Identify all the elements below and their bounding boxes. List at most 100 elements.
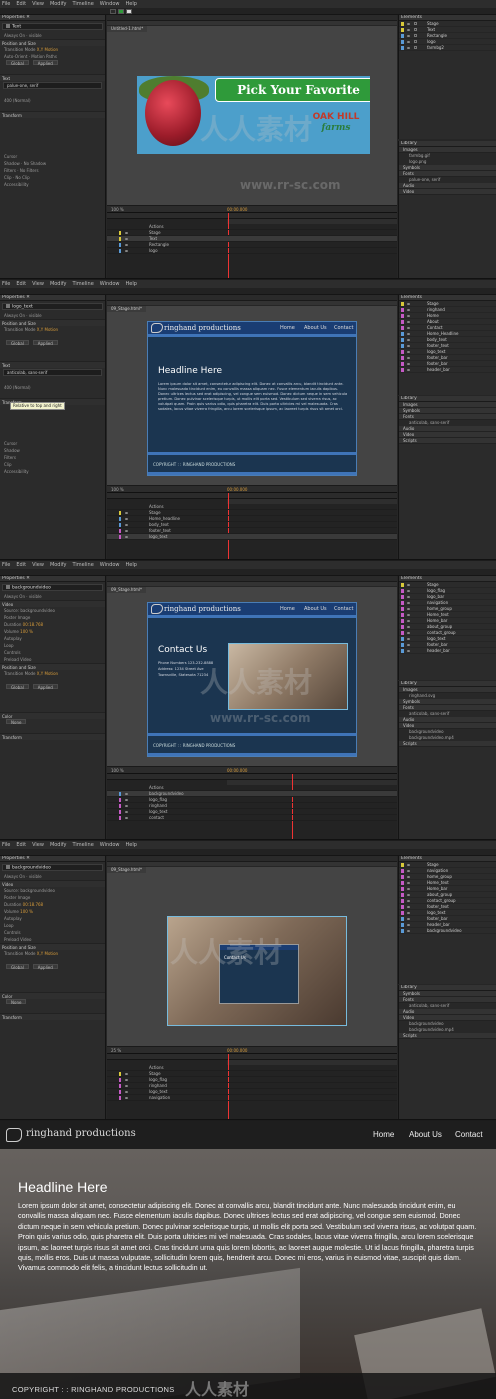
element-name-field[interactable]: logo_text (2, 303, 103, 310)
menu-view[interactable]: View (32, 842, 44, 848)
eye-icon[interactable] (125, 530, 128, 532)
element-name-field[interactable]: Text (2, 23, 103, 30)
controls-checkbox[interactable]: Controls (0, 649, 105, 656)
position-size-section[interactable]: Position and Size (0, 943, 105, 950)
fill-color-icon[interactable] (126, 9, 132, 14)
preload-checkbox[interactable]: Preload Video (0, 656, 105, 663)
library-section[interactable]: Scripts (399, 1033, 496, 1039)
footer-text[interactable]: COPYRIGHT : : RINGHAND PRODUCTIONS (153, 743, 235, 748)
eye-icon[interactable] (125, 799, 128, 801)
nav-home-link[interactable]: Home (373, 1130, 394, 1139)
eye-icon[interactable] (407, 345, 410, 347)
banner-canvas[interactable]: Pick Your Favorite OAK HILL farms (137, 76, 370, 154)
eye-icon[interactable] (407, 357, 410, 359)
menu-file[interactable]: File (2, 281, 10, 287)
eye-icon[interactable] (125, 536, 128, 538)
body-text[interactable]: Lorem ipsum dolor sit amet, consectetur … (158, 382, 350, 412)
eye-icon[interactable] (125, 512, 128, 514)
menu-help[interactable]: Help (126, 842, 137, 848)
eye-icon[interactable] (125, 817, 128, 819)
position-size-section[interactable]: Position and Size (0, 663, 105, 670)
menu-window[interactable]: Window (100, 1, 120, 7)
eye-icon[interactable] (407, 614, 410, 616)
eye-icon[interactable] (407, 584, 410, 586)
eye-icon[interactable] (407, 638, 410, 640)
element-row[interactable]: header_bar (399, 648, 496, 654)
eye-icon[interactable] (125, 250, 128, 252)
menu-modify[interactable]: Modify (50, 842, 67, 848)
eye-icon[interactable] (407, 930, 410, 932)
eye-icon[interactable] (407, 644, 410, 646)
website-thumbnail[interactable]: Contact Us (219, 944, 299, 1004)
eye-icon[interactable] (125, 244, 128, 246)
element-name-field[interactable]: backgroundvideo (2, 584, 103, 591)
banner-title[interactable]: Pick Your Favorite (215, 78, 370, 102)
menu-view[interactable]: View (32, 281, 44, 287)
timeline-row[interactable]: navigation (107, 1095, 397, 1101)
eye-icon[interactable] (407, 590, 410, 592)
lock-icon[interactable] (414, 34, 417, 37)
eye-icon[interactable] (407, 351, 410, 353)
menu-help[interactable]: Help (126, 1, 137, 7)
eye-icon[interactable] (407, 596, 410, 598)
autoplay-checkbox[interactable]: Autoplay (0, 915, 105, 922)
eye-icon[interactable] (407, 876, 410, 878)
applied-button[interactable]: Applied (32, 60, 58, 66)
eye-icon[interactable] (407, 41, 410, 43)
element-name-field[interactable]: backgroundvideo (2, 864, 103, 871)
text-section[interactable]: Text (0, 361, 105, 368)
eye-icon[interactable] (407, 626, 410, 628)
eye-icon[interactable] (125, 1079, 128, 1081)
lock-icon[interactable] (414, 40, 417, 43)
lock-icon[interactable] (414, 46, 417, 49)
menu-timeline[interactable]: Timeline (73, 562, 94, 568)
eye-icon[interactable] (407, 369, 410, 371)
color-none-select[interactable]: None (6, 719, 27, 725)
position-size-section[interactable]: Position and Size (0, 319, 105, 326)
font-weight[interactable]: 400 (Normal) (0, 97, 105, 104)
eye-icon[interactable] (407, 864, 410, 866)
menu-timeline[interactable]: Timeline (73, 281, 94, 287)
rectangle-tool-icon[interactable] (118, 9, 124, 14)
global-button[interactable]: Global (6, 964, 29, 970)
global-button[interactable]: Global (6, 340, 29, 346)
transform-section[interactable]: Transform (0, 111, 105, 118)
eye-icon[interactable] (125, 811, 128, 813)
menu-timeline[interactable]: Timeline (73, 842, 94, 848)
global-button[interactable]: Global (6, 60, 29, 66)
eye-icon[interactable] (125, 1097, 128, 1099)
eye-icon[interactable] (407, 309, 410, 311)
eye-icon[interactable] (407, 912, 410, 914)
element-row[interactable]: backgroundvideo (399, 928, 496, 934)
headline[interactable]: Contact Us (158, 645, 207, 655)
nav-about[interactable]: About Us (304, 606, 327, 612)
menu-window[interactable]: Window (100, 842, 120, 848)
applied-button[interactable]: Applied (32, 964, 58, 970)
nav-home[interactable]: Home (280, 606, 295, 612)
eye-icon[interactable] (407, 363, 410, 365)
text-section[interactable]: Text (0, 74, 105, 81)
footer-text[interactable]: COPYRIGHT : : RINGHAND PRODUCTIONS (153, 462, 235, 467)
eye-icon[interactable] (125, 518, 128, 520)
controls-checkbox[interactable]: Controls (0, 929, 105, 936)
lock-icon[interactable] (414, 28, 417, 31)
transform-section[interactable]: Transform (0, 733, 105, 740)
menu-window[interactable]: Window (100, 281, 120, 287)
eye-icon[interactable] (125, 793, 128, 795)
eye-icon[interactable] (407, 888, 410, 890)
eye-icon[interactable] (407, 900, 410, 902)
element-row[interactable]: header_bar (399, 367, 496, 373)
color-section[interactable]: Color (0, 712, 105, 719)
brand-text[interactable]: ringhand productions (164, 324, 241, 332)
video-section[interactable]: Video (0, 880, 105, 887)
nav-contact[interactable]: Contact (334, 606, 353, 612)
menu-file[interactable]: File (2, 1, 10, 7)
applied-button[interactable]: Applied (32, 340, 58, 346)
applied-button[interactable]: Applied (32, 684, 58, 690)
font-family-field[interactable]: anticolab, sans-serif (3, 369, 102, 376)
menu-modify[interactable]: Modify (50, 1, 67, 7)
site-brand[interactable]: ringhand productions (26, 1128, 136, 1139)
menu-view[interactable]: View (32, 562, 44, 568)
website-canvas[interactable]: ringhand productions Home About Us Contact… (147, 321, 357, 476)
menu-modify[interactable]: Modify (50, 562, 67, 568)
